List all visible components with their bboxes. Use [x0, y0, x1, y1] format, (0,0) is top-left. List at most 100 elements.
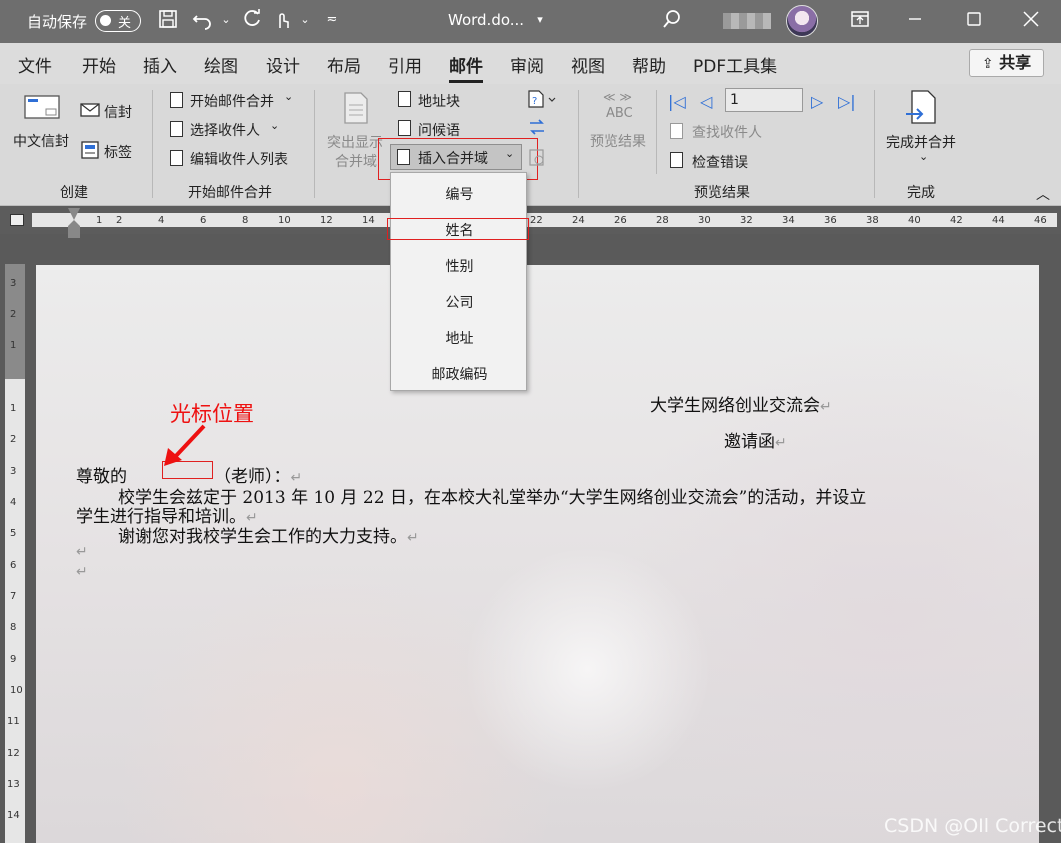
- undo-icon[interactable]: [190, 8, 214, 35]
- vruler-tick: 7: [10, 591, 17, 602]
- doc-title: Word.do...: [448, 11, 525, 29]
- check-errors-button[interactable]: 检查错误: [692, 152, 748, 172]
- autosave-state: 关: [118, 16, 132, 31]
- tab-review[interactable]: 审阅: [510, 52, 544, 77]
- doc-subtitle-line: 邀请函↵: [724, 427, 787, 452]
- save-icon[interactable]: [156, 8, 180, 35]
- touch-dropdown-icon[interactable]: ⌄: [293, 8, 317, 32]
- ruler-tick: 38: [866, 215, 879, 226]
- field-item-company[interactable]: 公司: [391, 292, 528, 312]
- ribbon-separator: [152, 90, 153, 198]
- tab-view[interactable]: 视图: [571, 52, 605, 77]
- minimize-icon[interactable]: [903, 8, 927, 35]
- label-icon: [80, 140, 100, 164]
- envelope-icon: [80, 102, 100, 122]
- vruler-tick: 9: [10, 654, 17, 665]
- vruler-tick: 1: [10, 340, 17, 351]
- match-fields-icon[interactable]: [528, 118, 546, 140]
- group-start-merge-label: 开始邮件合并: [188, 185, 272, 201]
- start-merge-icon: [170, 92, 183, 108]
- vruler-tick: 2: [10, 309, 17, 320]
- customize-icon[interactable]: ≂: [320, 8, 344, 32]
- vruler-tick: 1: [10, 403, 17, 414]
- share-label: 共享: [999, 53, 1032, 72]
- highlight-box-name-item: [387, 218, 529, 240]
- touch-mode-icon[interactable]: [270, 8, 294, 35]
- document-page[interactable]: 大学生网络创业交流会↵ 邀请函↵ 尊敬的 （老师）：↵ 校学生会兹定于 2013…: [36, 265, 1039, 843]
- field-item-address[interactable]: 地址: [391, 328, 528, 348]
- greeting-button[interactable]: 问候语: [418, 120, 460, 140]
- ruler-tick: 8: [242, 215, 249, 226]
- ruler-tick: 22: [530, 215, 543, 226]
- vruler-tick: 14: [7, 810, 20, 821]
- ruler-bar[interactable]: [32, 213, 1057, 227]
- share-button[interactable]: ⇪ 共享: [969, 49, 1044, 77]
- ruler-tick: 12: [320, 215, 333, 226]
- tab-mailings[interactable]: 邮件: [449, 52, 483, 83]
- horizontal-ruler: 1 2 4 6 8 10 12 14 22 24 26 28 30 32 34 …: [0, 206, 1061, 238]
- tab-references[interactable]: 引用: [388, 52, 422, 77]
- ribbon-display-icon[interactable]: [848, 8, 872, 35]
- group-finish-label: 完成: [907, 185, 935, 201]
- avatar[interactable]: [786, 5, 818, 37]
- tab-help[interactable]: 帮助: [632, 52, 666, 77]
- tab-home[interactable]: 开始: [82, 52, 116, 77]
- ruler-tick: 34: [782, 215, 795, 226]
- highlight-fields-label1[interactable]: 突出显示: [327, 132, 383, 152]
- vruler-tick: 8: [10, 622, 17, 633]
- collapse-ribbon-icon[interactable]: ︿: [1036, 184, 1050, 204]
- undo-dropdown-icon[interactable]: ⌄: [214, 8, 238, 32]
- start-merge-button[interactable]: 开始邮件合并: [190, 91, 274, 111]
- tab-draw[interactable]: 绘图: [204, 52, 238, 77]
- tab-design[interactable]: 设计: [266, 52, 300, 77]
- label-button[interactable]: 标签: [104, 142, 132, 162]
- tab-file[interactable]: 文件: [18, 52, 52, 77]
- last-record-icon[interactable]: ▷|: [838, 92, 856, 111]
- envelope-button[interactable]: 信封: [104, 102, 132, 122]
- tab-insert[interactable]: 插入: [143, 52, 177, 77]
- start-merge-dropdown-icon[interactable]: ⌄: [284, 90, 293, 103]
- vruler-tick: 5: [10, 528, 17, 539]
- address-block-button[interactable]: 地址块: [418, 91, 460, 111]
- vruler-tick: 2: [10, 434, 17, 445]
- select-recipients-icon: [170, 121, 183, 137]
- select-recipients-dropdown-icon[interactable]: ⌄: [270, 119, 279, 132]
- group-create-label: 创建: [60, 185, 88, 201]
- tab-selector-icon[interactable]: [10, 214, 24, 226]
- ribbon-separator: [314, 90, 315, 198]
- field-item-number[interactable]: 编号: [391, 184, 528, 204]
- rules-icon[interactable]: ?: [528, 90, 558, 112]
- paragraph-2-text: 谢谢您对我校学生会工作的大力支持。: [118, 527, 407, 547]
- select-recipients-button[interactable]: 选择收件人: [190, 120, 260, 140]
- doc-title-text: 大学生网络创业交流会: [650, 396, 820, 416]
- maximize-icon[interactable]: [962, 8, 986, 35]
- vertical-ruler: 3 2 1 1 2 3 4 5 6 7 8 9 10 11 12 13 14: [5, 264, 25, 843]
- field-item-gender[interactable]: 性别: [391, 256, 528, 276]
- prev-record-icon[interactable]: ◁: [700, 92, 712, 111]
- tab-pdf-tools[interactable]: PDF工具集: [693, 52, 777, 77]
- doc-title-line: 大学生网络创业交流会↵: [650, 391, 832, 416]
- first-record-icon[interactable]: |◁: [668, 92, 686, 111]
- autosave-toggle[interactable]: 关: [95, 10, 141, 32]
- close-icon[interactable]: [1019, 8, 1043, 35]
- greeting-icon: [398, 120, 411, 136]
- redo-icon[interactable]: [240, 8, 264, 35]
- tab-layout[interactable]: 布局: [327, 52, 361, 77]
- finish-merge-button[interactable]: 完成并合并: [886, 132, 956, 152]
- record-number-input[interactable]: 1: [725, 88, 803, 112]
- next-record-icon[interactable]: ▷: [811, 92, 823, 111]
- edit-recipients-button[interactable]: 编辑收件人列表: [190, 149, 288, 169]
- field-item-postcode[interactable]: 邮政编码: [391, 364, 528, 384]
- finish-merge-dropdown-icon[interactable]: ⌄: [919, 150, 928, 163]
- watermark: CSDN @OIl Correct: [884, 815, 1061, 837]
- search-icon[interactable]: [660, 8, 684, 35]
- ruler-tick: 2: [116, 215, 123, 226]
- highlight-fields-label2[interactable]: 合并域: [335, 151, 377, 171]
- title-dropdown-icon[interactable]: ▾: [528, 8, 552, 32]
- preview-abc: ABC: [606, 106, 633, 121]
- find-recipient-button[interactable]: 查找收件人: [692, 122, 762, 142]
- preview-results-button[interactable]: 预览结果: [590, 131, 646, 151]
- paragraph-2: 谢谢您对我校学生会工作的大力支持。↵: [118, 522, 419, 547]
- vruler-tick: 3: [10, 466, 17, 477]
- chinese-envelope-button[interactable]: 中文信封: [13, 131, 69, 151]
